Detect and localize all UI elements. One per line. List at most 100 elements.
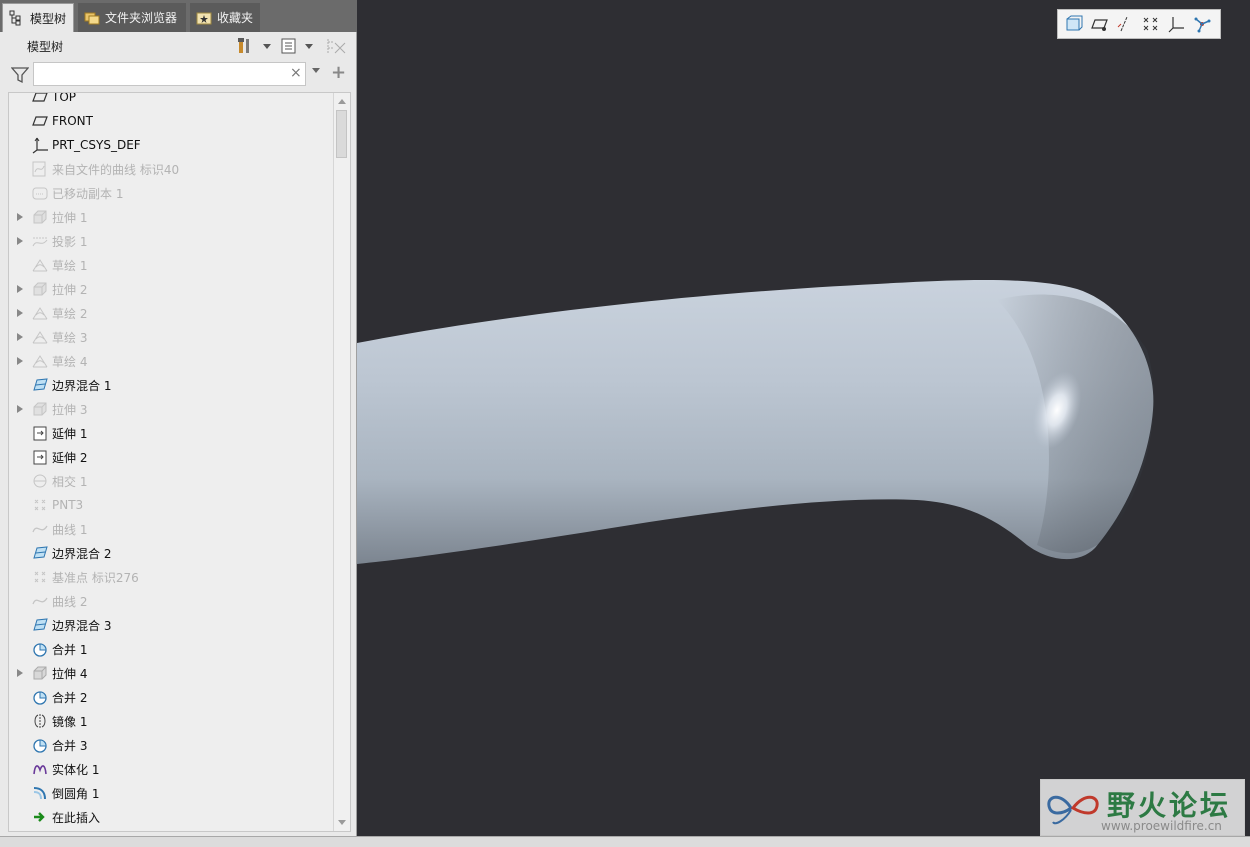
watermark-title: 野火论坛 <box>1107 789 1232 822</box>
tree-item-label: 草绘 1 <box>52 258 88 273</box>
show-dropdown-icon[interactable] <box>305 44 313 49</box>
add-filter-icon[interactable]: + <box>331 62 346 83</box>
tree-item[interactable]: TOP <box>9 92 335 109</box>
tree-item[interactable]: 草绘 1 <box>9 253 335 277</box>
tree-item[interactable]: 曲线 1 <box>9 517 335 541</box>
merge-icon <box>33 643 47 657</box>
show-list-icon[interactable] <box>280 37 298 55</box>
left-panel: 模型树 文件夹浏览器 收藏夹 模型树 × + TOP FRONT PRT_CSYS_… <box>0 0 357 836</box>
mirror-icon <box>34 714 46 728</box>
tree-item-label: PNT3 <box>52 498 84 512</box>
search-bar: × + <box>0 60 356 90</box>
tree-item[interactable]: 边界混合 1 <box>9 373 335 397</box>
tree-item[interactable]: 拉伸 4 <box>9 661 335 685</box>
expand-arrow-icon[interactable] <box>17 309 23 317</box>
tree-item[interactable]: PRT_CSYS_DEF <box>9 133 335 157</box>
tree-item-label: PRT_CSYS_DEF <box>52 138 141 152</box>
tree-item-label: 已移动副本 1 <box>52 186 124 201</box>
tree-item[interactable]: PNT3 <box>9 493 335 517</box>
model-view <box>357 279 1154 564</box>
tree-item[interactable]: 草绘 4 <box>9 349 335 373</box>
spin-center-icon[interactable] <box>1192 15 1212 33</box>
csys-display-icon[interactable] <box>1166 15 1186 33</box>
tree-scrollbar[interactable] <box>333 93 350 831</box>
tree-item-label: 倒圆角 1 <box>52 786 100 801</box>
model-tree: TOP FRONT PRT_CSYS_DEF 来自文件的曲线 标识40 已移动副本 1 拉… <box>8 92 351 832</box>
graphics-viewport[interactable] <box>357 0 1250 836</box>
tree-item[interactable]: 草绘 2 <box>9 301 335 325</box>
model-tree-icon <box>9 10 21 26</box>
plane-display-icon[interactable] <box>1064 15 1084 33</box>
boundary-blend-icon <box>33 618 48 631</box>
tree-item[interactable]: 相交 1 <box>9 469 335 493</box>
datum-plane-display-icon[interactable] <box>1090 15 1110 33</box>
expand-arrow-icon[interactable] <box>17 357 23 365</box>
tab-favorites[interactable]: 收藏夹 <box>190 3 260 32</box>
tree-item-label: 合并 2 <box>52 690 88 705</box>
tree-item-label: 拉伸 2 <box>52 282 88 297</box>
expand-arrow-icon[interactable] <box>17 237 23 245</box>
clear-search-icon[interactable]: × <box>290 65 302 81</box>
tree-item-label: 投影 1 <box>52 234 88 249</box>
tree-item[interactable]: 合并 1 <box>9 637 335 661</box>
tree-item[interactable]: 投影 1 <box>9 229 335 253</box>
filter-icon[interactable] <box>11 66 29 84</box>
tab-model-tree[interactable]: 模型树 <box>2 3 74 32</box>
csys-icon <box>32 137 48 154</box>
expand-arrow-icon[interactable] <box>17 405 23 413</box>
merge-icon <box>33 739 47 753</box>
expand-arrow-icon[interactable] <box>17 333 23 341</box>
search-input[interactable] <box>33 62 306 86</box>
axis-display-icon[interactable] <box>1115 15 1135 33</box>
tree-item[interactable]: 拉伸 3 <box>9 397 335 421</box>
tree-item[interactable]: 基准点 标识276 <box>9 565 335 589</box>
extend-icon <box>33 426 47 441</box>
settings-dropdown-icon[interactable] <box>263 44 271 49</box>
scroll-thumb[interactable] <box>336 110 347 158</box>
expand-arrow-icon[interactable] <box>17 213 23 221</box>
boundary-blend-icon <box>33 378 48 391</box>
tree-item-label: 拉伸 3 <box>52 402 88 417</box>
datum-plane-icon <box>32 116 48 126</box>
tree-item[interactable]: 合并 2 <box>9 685 335 709</box>
datum-plane-icon <box>32 93 48 102</box>
tree-item[interactable]: 倒圆角 1 <box>9 781 335 805</box>
tree-item-label: TOP <box>52 92 77 104</box>
watermark: 野火论坛 www.proewildfire.cn <box>1040 779 1245 836</box>
extrude-icon <box>33 666 47 680</box>
sketch-icon <box>32 259 48 272</box>
datum-point-icon <box>34 499 46 511</box>
sketch-icon <box>32 307 48 320</box>
tree-item-label: 实体化 1 <box>52 762 100 777</box>
tree-item[interactable]: 延伸 2 <box>9 445 335 469</box>
extrude-icon <box>33 282 47 296</box>
tree-item[interactable]: FRONT <box>9 109 335 133</box>
tree-item[interactable]: 来自文件的曲线 标识40 <box>9 157 335 181</box>
boundary-blend-icon <box>33 546 48 559</box>
tree-item[interactable]: 边界混合 2 <box>9 541 335 565</box>
tree-item[interactable]: 实体化 1 <box>9 757 335 781</box>
tree-item[interactable]: 已移动副本 1 <box>9 181 335 205</box>
tree-item[interactable]: 合并 3 <box>9 733 335 757</box>
point-display-icon[interactable] <box>1141 15 1161 33</box>
tree-item[interactable]: 曲线 2 <box>9 589 335 613</box>
tree-item[interactable]: 镜像 1 <box>9 709 335 733</box>
tree-item[interactable]: 延伸 1 <box>9 421 335 445</box>
expand-arrow-icon[interactable] <box>17 285 23 293</box>
tree-item[interactable]: 拉伸 2 <box>9 277 335 301</box>
tree-item[interactable]: 边界混合 3 <box>9 613 335 637</box>
tree-item[interactable]: 拉伸 1 <box>9 205 335 229</box>
tab-folder-browser[interactable]: 文件夹浏览器 <box>78 3 186 32</box>
tree-item-label: 拉伸 1 <box>52 210 88 225</box>
settings-tools-icon[interactable] <box>237 37 257 55</box>
scroll-up-icon[interactable] <box>338 99 346 104</box>
tree-item[interactable]: 在此插入 <box>9 805 335 829</box>
tree-item[interactable]: 草绘 3 <box>9 325 335 349</box>
extend-icon <box>33 450 47 465</box>
tree-filter-toggle-icon[interactable] <box>325 37 347 55</box>
search-dropdown-icon[interactable] <box>312 68 320 73</box>
tree-item-label: 延伸 1 <box>52 426 88 441</box>
scroll-down-icon[interactable] <box>338 820 346 825</box>
expand-arrow-icon[interactable] <box>17 669 23 677</box>
tree-item-label: 延伸 2 <box>52 450 88 465</box>
